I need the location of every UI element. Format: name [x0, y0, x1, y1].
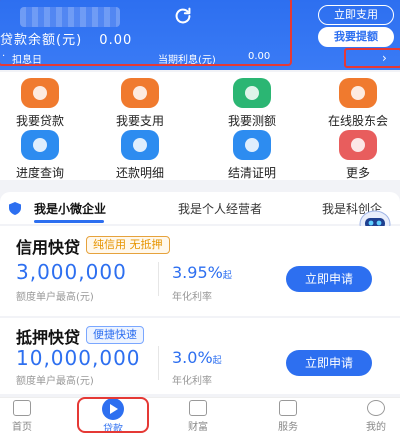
card-icon [121, 78, 159, 108]
rate-caption: 年化利率 [172, 292, 212, 303]
rate-value: 3.95% [172, 263, 223, 282]
quick-item-label: 我要测额 [227, 114, 276, 128]
nav-label: 服务 [278, 422, 298, 433]
nav-label: 财富 [188, 422, 208, 433]
balance-value: 0.00 [99, 33, 133, 48]
quick-item-shareholder-meeting[interactable]: 在线股东会 [318, 78, 398, 129]
product-title: 抵押快贷 [16, 328, 81, 347]
quick-item-label: 进度查询 [15, 166, 64, 180]
deduct-date-label: 扣息日 [12, 55, 42, 66]
quick-item-settlement-cert[interactable]: 结清证明 [212, 130, 292, 181]
tab-individual-operator[interactable]: 我是个人经营者 [178, 200, 262, 217]
nav-service[interactable]: 服务 [258, 400, 318, 433]
apply-button[interactable]: 立即申请 [286, 350, 372, 376]
divider [158, 346, 159, 380]
product-amount-caption: 额度单户最高(元) [16, 376, 94, 387]
quick-item-repay-detail[interactable]: 还款明细 [100, 130, 180, 181]
product-title: 信用快贷 [16, 238, 81, 257]
user-icon [367, 400, 385, 416]
rate-suffix: 起 [222, 271, 232, 281]
quick-item-label: 我要支用 [115, 114, 164, 128]
rate-caption: 年化利率 [172, 376, 212, 387]
product-tag: 便捷快速 [86, 326, 144, 344]
quick-item-more[interactable]: 更多 [318, 130, 398, 181]
raise-limit-button[interactable]: 我要提额 [318, 27, 394, 47]
product-max-amount: 10,000,000 [16, 346, 141, 370]
balance-label: 贷款余额(元) [0, 33, 83, 48]
shield-icon [9, 202, 21, 215]
nav-mine[interactable]: 我的 [346, 400, 400, 433]
highlight-box-nav-loan [77, 397, 149, 433]
quick-item-loan[interactable]: 我要贷款 [0, 78, 80, 129]
product-max-amount: 3,000,000 [16, 260, 127, 284]
meeting-icon [339, 78, 377, 108]
nav-label: 首页 [12, 422, 32, 433]
loan-app-page: 贷款余额(元) 0.00 · 扣息日 当期利息(元) 0.00 立即支用 我要提… [0, 0, 400, 433]
quick-item-label: 我要贷款 [15, 114, 64, 128]
quick-actions-grid: 我要贷款 我要支用 我要测额 在线股东会 进度查询 还款明细 结清证明 更多 [0, 72, 400, 180]
refresh-icon[interactable] [172, 5, 194, 27]
nav-label: 我的 [366, 422, 386, 433]
quick-item-drawdown[interactable]: 我要支用 [100, 78, 180, 129]
active-tab-indicator [34, 220, 104, 223]
home-icon [13, 400, 31, 416]
nav-wealth[interactable]: 财富 [168, 400, 228, 433]
certificate-icon [233, 130, 271, 160]
quick-item-label: 在线股东会 [327, 114, 388, 128]
product-rate: 3.0%起 [172, 348, 222, 367]
divider [158, 262, 159, 296]
chevron-right-icon[interactable]: › [382, 51, 387, 65]
highlight-box-more [344, 48, 400, 68]
gauge-icon [233, 78, 271, 108]
more-icon [339, 130, 377, 160]
tab-small-business[interactable]: 我是小微企业 [34, 200, 106, 217]
product-card-mortgage-loan: 抵押快贷 便捷快速 10,000,000 额度单户最高(元) 3.0%起 年化利… [0, 318, 400, 394]
account-header: 贷款余额(元) 0.00 · 扣息日 当期利息(元) 0.00 立即支用 我要提… [0, 0, 400, 70]
bottom-nav: 首页 贷款 财富 服务 我的 [0, 397, 400, 433]
wealth-icon [189, 400, 207, 416]
loan-balance: 贷款余额(元) 0.00 [0, 29, 132, 48]
customer-type-tabs: 我是小微企业 我是个人经营者 我是科创企 [0, 192, 400, 224]
progress-icon [21, 130, 59, 160]
product-card-credit-loan: 信用快贷 纯信用 无抵押 3,000,000 额度单户最高(元) 3.95%起 … [0, 226, 400, 316]
quick-item-label: 还款明细 [115, 166, 164, 180]
repay-icon [121, 130, 159, 160]
rate-value: 3.0% [172, 348, 213, 367]
bullet: · [2, 51, 6, 62]
product-rate: 3.95%起 [172, 263, 232, 282]
quick-item-quota-test[interactable]: 我要测额 [212, 78, 292, 129]
quick-item-label: 结清证明 [227, 166, 276, 180]
apply-button[interactable]: 立即申请 [286, 266, 372, 292]
blurred-account-name [20, 7, 120, 27]
interest-label: 当期利息(元) [158, 55, 216, 66]
rate-suffix: 起 [212, 356, 222, 366]
nav-home[interactable]: 首页 [0, 400, 52, 433]
product-amount-caption: 额度单户最高(元) [16, 292, 94, 303]
money-bag-icon [21, 78, 59, 108]
service-icon [279, 400, 297, 416]
quick-item-label: 更多 [345, 166, 370, 180]
quick-item-progress[interactable]: 进度查询 [0, 130, 80, 181]
product-tag: 纯信用 无抵押 [86, 236, 170, 254]
use-now-button[interactable]: 立即支用 [318, 5, 394, 25]
interest-value: 0.00 [248, 51, 271, 62]
